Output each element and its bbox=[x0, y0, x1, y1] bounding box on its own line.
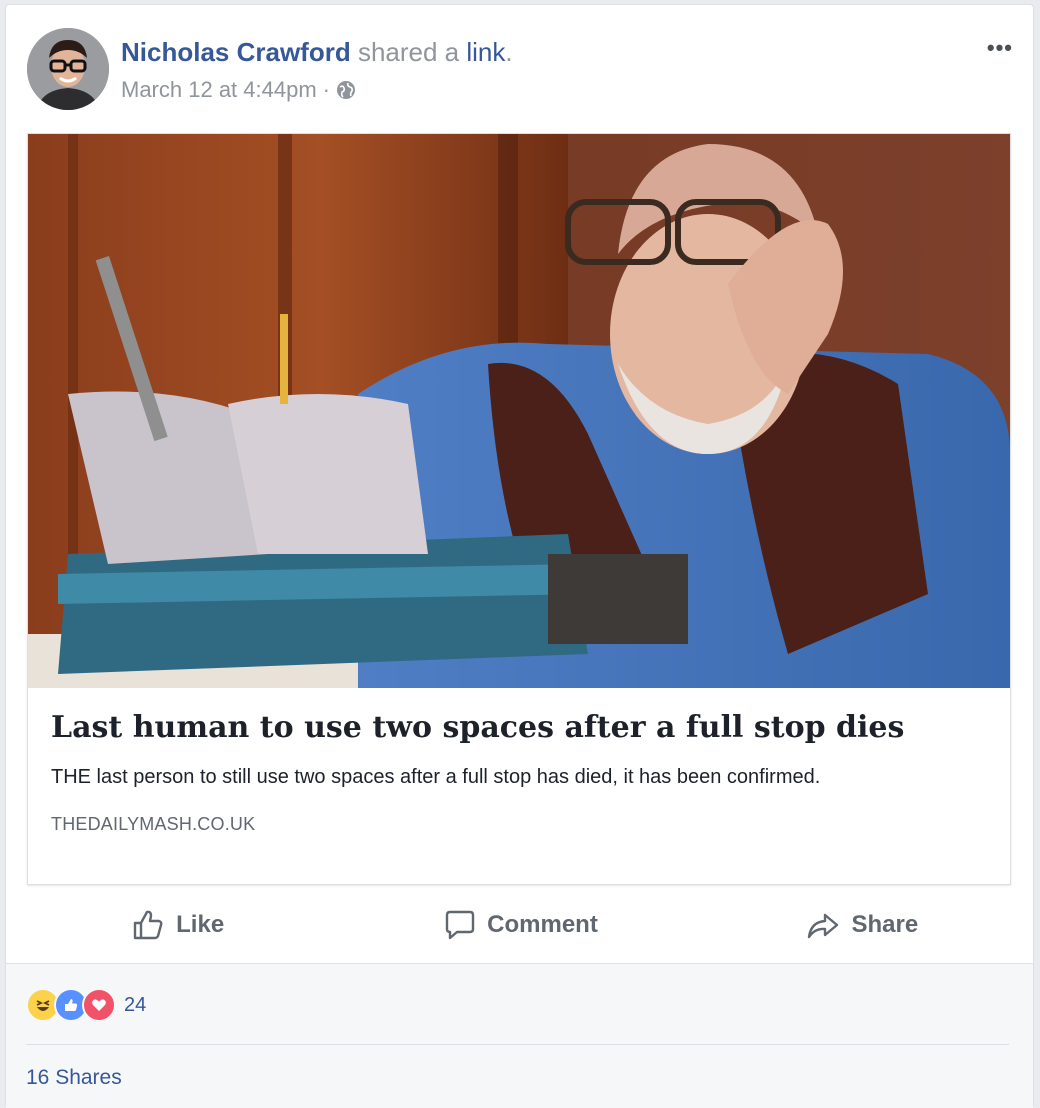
link-word[interactable]: link bbox=[466, 37, 505, 67]
like-label: Like bbox=[176, 911, 225, 938]
thumbs-up-icon bbox=[133, 910, 163, 940]
share-arrow-icon bbox=[808, 913, 839, 939]
like-button[interactable]: Like bbox=[6, 901, 348, 949]
meta-separator: · bbox=[322, 77, 330, 102]
post-actions-bar: Like Comment Share bbox=[6, 901, 1033, 949]
feed-post: Nicholas Crawford shared a link. March 1… bbox=[5, 4, 1034, 1108]
share-label: Share bbox=[851, 911, 919, 938]
comment-label: Comment bbox=[487, 911, 598, 938]
more-options-button[interactable]: ••• bbox=[987, 35, 1013, 61]
action-end: . bbox=[505, 37, 513, 67]
link-preview-text[interactable]: Last human to use two spaces after a ful… bbox=[51, 708, 990, 835]
avatar[interactable] bbox=[27, 28, 109, 110]
post-footer: 24 16 Shares bbox=[6, 963, 1033, 1108]
link-preview-image[interactable] bbox=[28, 134, 1010, 688]
footer-divider bbox=[26, 1044, 1009, 1045]
timestamp[interactable]: March 12 at 4:44pm bbox=[121, 77, 317, 103]
comment-button[interactable]: Comment bbox=[348, 901, 690, 949]
reactions-summary[interactable]: 24 bbox=[26, 988, 146, 1022]
globe-icon[interactable] bbox=[336, 80, 356, 100]
link-domain: THEDAILYMASH.CO.UK bbox=[51, 814, 256, 834]
love-reaction-icon bbox=[82, 988, 116, 1022]
reaction-count[interactable]: 24 bbox=[124, 994, 146, 1017]
author-name[interactable]: Nicholas Crawford bbox=[121, 37, 351, 67]
post-header: Nicholas Crawford shared a link. bbox=[121, 37, 513, 68]
post-meta: March 12 at 4:44pm · bbox=[121, 77, 356, 103]
share-button[interactable]: Share bbox=[691, 901, 1033, 949]
shares-count[interactable]: 16 Shares bbox=[26, 1066, 122, 1090]
action-text: shared a bbox=[357, 37, 460, 67]
link-description: THE last person to still use two spaces … bbox=[51, 766, 821, 788]
link-preview-card[interactable]: Last human to use two spaces after a ful… bbox=[27, 133, 1011, 885]
link-title[interactable]: Last human to use two spaces after a ful… bbox=[51, 708, 990, 748]
comment-icon bbox=[445, 910, 475, 940]
